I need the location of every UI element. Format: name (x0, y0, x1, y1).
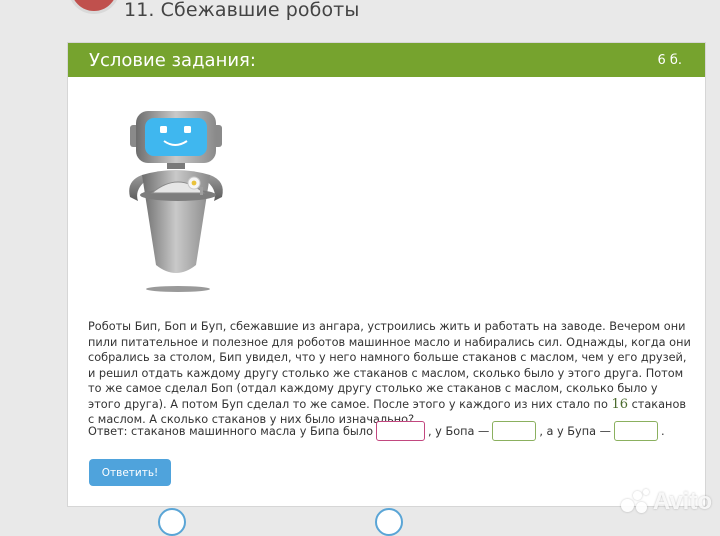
nav-circle-icon[interactable] (158, 508, 186, 536)
bop-label: , у Бопа — (428, 424, 490, 438)
bup-label: , а у Бупа — (539, 424, 611, 438)
watermark-text: Avito (652, 488, 712, 515)
bip-answer-input[interactable] (376, 421, 425, 441)
panel-title: Условие задания: (89, 49, 256, 71)
task-text-part-1: Роботы Бип, Боп и Буп, сбежавшие из анга… (88, 320, 691, 411)
task-points: 6 б. (657, 52, 682, 68)
submit-answer-button[interactable]: Ответить! (89, 459, 171, 486)
task-number: 16 (611, 396, 628, 412)
bop-answer-input[interactable] (492, 421, 537, 441)
answer-prefix: Ответ: стаканов машинного масла у Бипа б… (88, 424, 373, 438)
task-description: Роботы Бип, Боп и Буп, сбежавшие из анга… (88, 319, 692, 428)
watermark: Avito (620, 488, 712, 516)
page-title: 11. Сбежавшие роботы (124, 0, 360, 21)
bup-answer-input[interactable] (613, 421, 658, 441)
watermark-logo-icon (620, 489, 649, 515)
robot-illustration (129, 111, 223, 292)
answer-end: . (660, 424, 665, 438)
nav-circle-icon[interactable] (375, 508, 403, 536)
site-logo-icon (68, 0, 120, 14)
panel-header: Условие задания: 6 б. (68, 43, 705, 77)
answer-line: Ответ: стаканов машинного масла у Бипа б… (88, 421, 665, 441)
task-panel: Условие задания: 6 б. Роботы Бип, Боп и … (67, 42, 706, 507)
